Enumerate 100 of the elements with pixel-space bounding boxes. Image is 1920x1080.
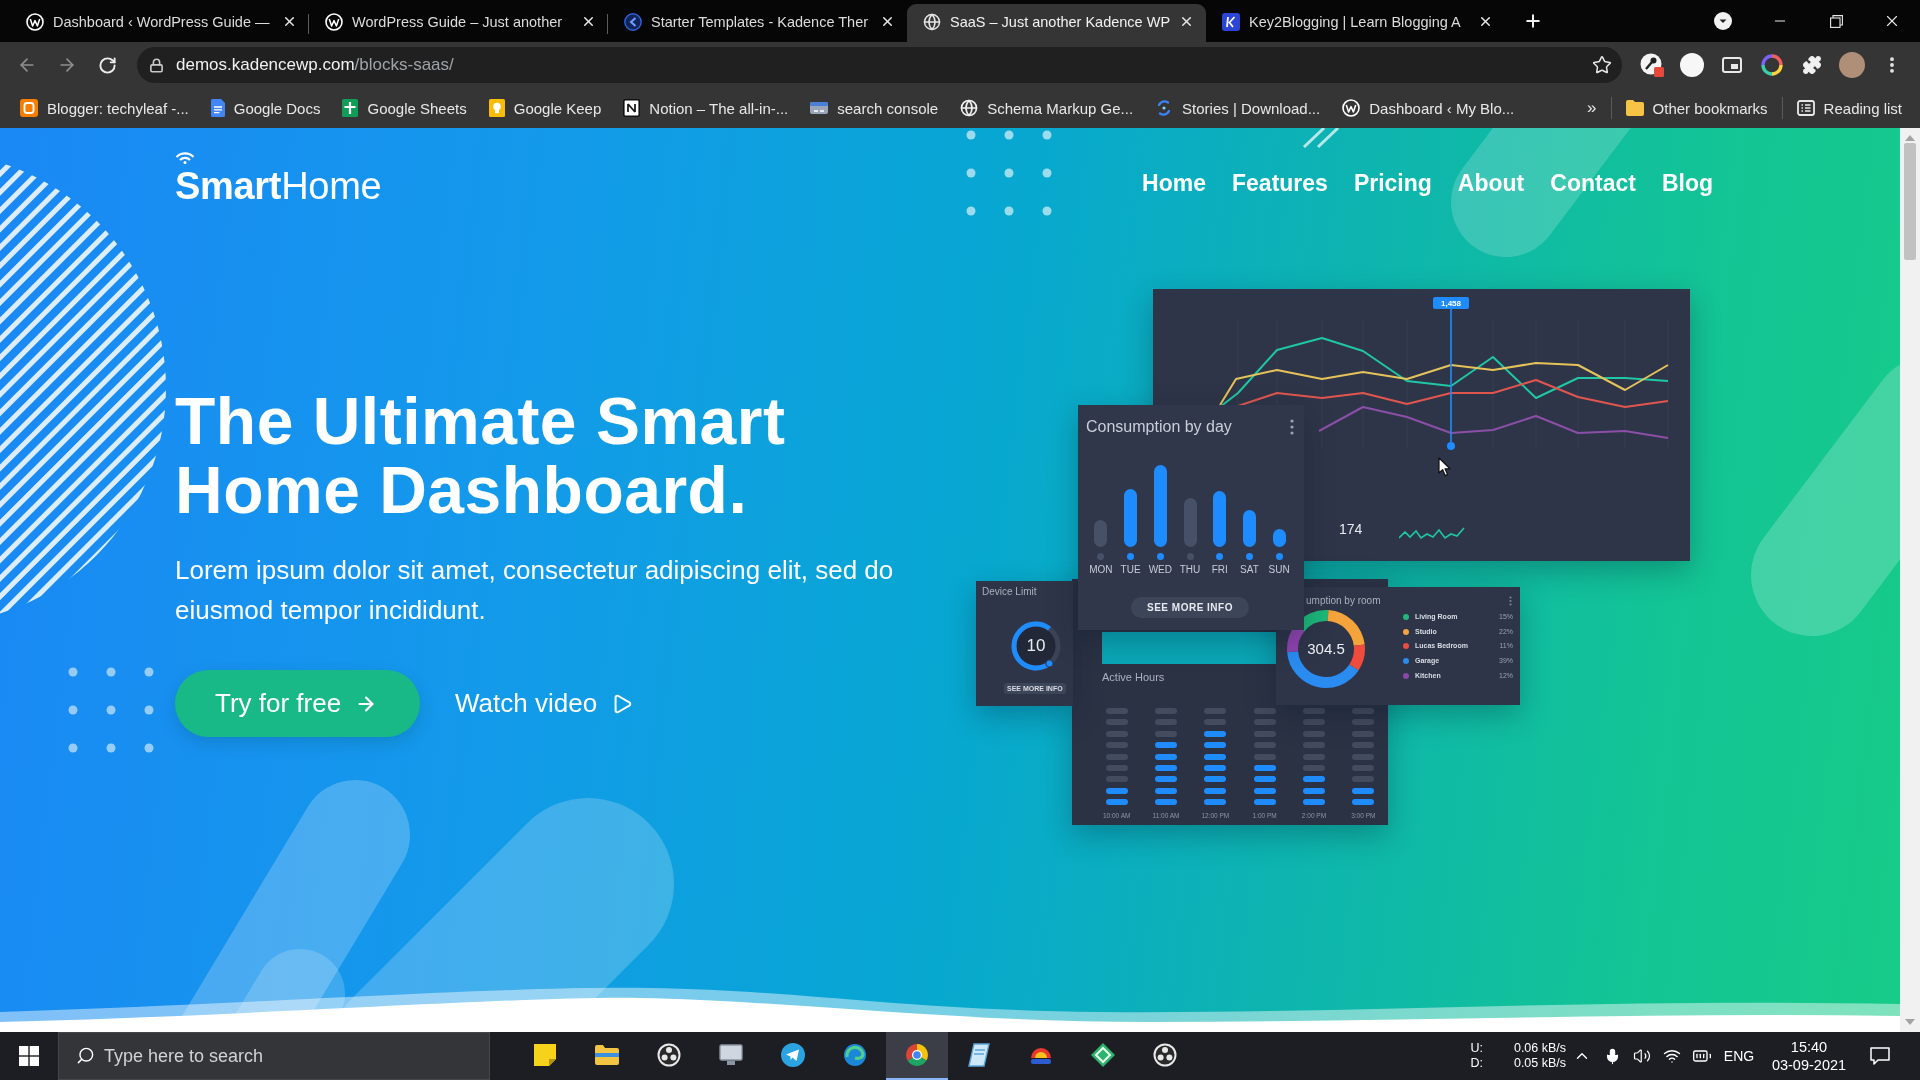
bookmark-link[interactable]: search console: [810, 99, 939, 117]
activity-segment: [1155, 719, 1177, 726]
notification-icon[interactable]: [1870, 1047, 1890, 1065]
lightbulb-icon: [488, 99, 505, 117]
day-dot: [1216, 553, 1224, 560]
swirl-icon[interactable]: [843, 1043, 867, 1067]
mic-badge-icon[interactable]: [1640, 53, 1664, 77]
card-title: Active Hours: [1102, 671, 1166, 684]
browser-tab[interactable]: WordPress Guide – Just another: [309, 4, 608, 42]
bookmark-link[interactable]: Google Sheets: [342, 99, 467, 117]
bookmark-link[interactable]: Schema Markup Ge...: [960, 99, 1134, 117]
activity-segment: [1204, 742, 1227, 749]
activity-segment: [1105, 753, 1128, 760]
activity-segment: [1352, 753, 1375, 760]
diamond-icon[interactable]: [1091, 1043, 1115, 1067]
day-label: TUE: [1120, 564, 1141, 576]
folder-icon[interactable]: [595, 1045, 619, 1065]
close-icon[interactable]: [1179, 14, 1194, 29]
bookmark-link[interactable]: Google Docs: [210, 99, 321, 117]
circle-logo-icon: [624, 12, 642, 31]
activity-segment: [1155, 708, 1177, 714]
paper-plane-icon[interactable]: [781, 1043, 805, 1067]
scrollbar-track[interactable]: [1900, 128, 1920, 1032]
wifi-icon: [175, 150, 195, 164]
browser-tab[interactable]: Starter Templates - Kadence Ther: [608, 4, 907, 42]
reload-icon[interactable]: [97, 55, 117, 75]
ring-icon[interactable]: [1153, 1043, 1177, 1067]
close-icon[interactable]: [880, 14, 895, 29]
activity-segment: [1302, 719, 1325, 726]
puzzle-icon[interactable]: [1802, 55, 1822, 75]
activity-segment: [1253, 742, 1276, 749]
activity-segment: [1155, 742, 1177, 749]
network-speed: 0.06 kB/s: [1513, 1041, 1567, 1056]
sticky-note-icon[interactable]: [534, 1044, 556, 1066]
restore-icon[interactable]: [1829, 14, 1843, 28]
day-label: SAT: [1240, 564, 1259, 576]
browser-tab[interactable]: Dashboard ‹ WordPress Guide —: [10, 4, 309, 42]
four-squares-icon[interactable]: [19, 1046, 39, 1066]
activity-segment: [1302, 787, 1325, 794]
circle-icon[interactable]: [1680, 53, 1704, 77]
wifi-icon[interactable]: [1663, 1047, 1681, 1065]
gauge-value: 10: [1025, 636, 1047, 656]
window-icon: [810, 100, 829, 116]
square-logo-icon: [623, 99, 641, 117]
activity-segment: [1105, 764, 1128, 771]
activity-segment: [1253, 753, 1276, 760]
avatar-icon[interactable]: [1839, 52, 1865, 78]
see-more-button[interactable]: SEE MORE INFO: [1131, 597, 1249, 618]
ring-icon[interactable]: [657, 1043, 681, 1067]
plus-icon[interactable]: [1523, 11, 1543, 31]
more-icon[interactable]: [1290, 419, 1294, 435]
close-icon[interactable]: [282, 14, 297, 29]
square-logo-icon: [20, 99, 38, 117]
bookmark-link[interactable]: Stories | Download...: [1155, 99, 1321, 117]
notebook-icon[interactable]: [968, 1043, 990, 1067]
browser-tab[interactable]: SaaS – Just another Kadence WP: [907, 4, 1206, 42]
bookmark-folder[interactable]: Other bookmarks: [1625, 99, 1768, 117]
language-indicator[interactable]: ENG: [1717, 1048, 1761, 1064]
activity-segment: [1253, 787, 1276, 794]
mouse-pointer-icon: [1438, 457, 1452, 477]
activity-segment: [1105, 742, 1128, 749]
globe-icon: [923, 12, 941, 31]
search-field[interactable]: Type here to search: [58, 1032, 490, 1080]
segmented-circle-icon[interactable]: [905, 1043, 929, 1067]
speaker-icon[interactable]: [1633, 1047, 1651, 1065]
search-icon: [76, 1046, 95, 1065]
activity-segment: [1204, 708, 1227, 714]
picture-in-picture-icon[interactable]: [1722, 57, 1742, 73]
bookmark-link[interactable]: Dashboard ‹ My Blo...: [1342, 99, 1515, 117]
bookmark-link[interactable]: Google Keep: [488, 99, 602, 117]
activity-segment: [1302, 776, 1325, 783]
activity-segment: [1155, 730, 1177, 737]
activity-segment: [1105, 799, 1128, 806]
monitor-icon[interactable]: [719, 1044, 743, 1066]
bookmark-link[interactable]: Notion – The all-in-...: [623, 99, 789, 117]
activity-segment: [1204, 776, 1227, 783]
activity-segment: [1204, 753, 1227, 760]
activity-segment: [1352, 787, 1375, 794]
close-icon[interactable]: [581, 14, 596, 29]
bookmark-link[interactable]: Blogger: techyleaf -...: [20, 99, 189, 117]
reading-list-button[interactable]: Reading list: [1796, 99, 1902, 117]
address-field[interactable]: demos.kadencewp.com/blocks-saas/: [137, 47, 1622, 83]
activity-segment: [1302, 742, 1325, 749]
browser-tab[interactable]: Key2Blogging | Learn Blogging A: [1206, 4, 1505, 42]
activity-segment: [1302, 753, 1325, 760]
star-icon[interactable]: [1592, 55, 1612, 75]
activity-segment: [1155, 753, 1177, 760]
scrollbar-thumb[interactable]: [1904, 143, 1916, 260]
close-icon[interactable]: [1478, 14, 1493, 29]
activity-segment: [1352, 742, 1375, 749]
more-bookmarks-button[interactable]: »: [1587, 98, 1597, 118]
lock-icon: [149, 57, 164, 73]
activity-segment: [1253, 799, 1276, 806]
activity-segment: [1253, 764, 1276, 771]
circle-logo-icon: [1342, 99, 1361, 117]
ring-icon[interactable]: [1761, 54, 1783, 76]
clock[interactable]: 15:40 03-09-2021: [1761, 1038, 1857, 1074]
donut-value: 304.5: [1306, 640, 1346, 658]
dropdown-icon[interactable]: [1714, 12, 1732, 30]
activity-segment: [1302, 764, 1325, 771]
